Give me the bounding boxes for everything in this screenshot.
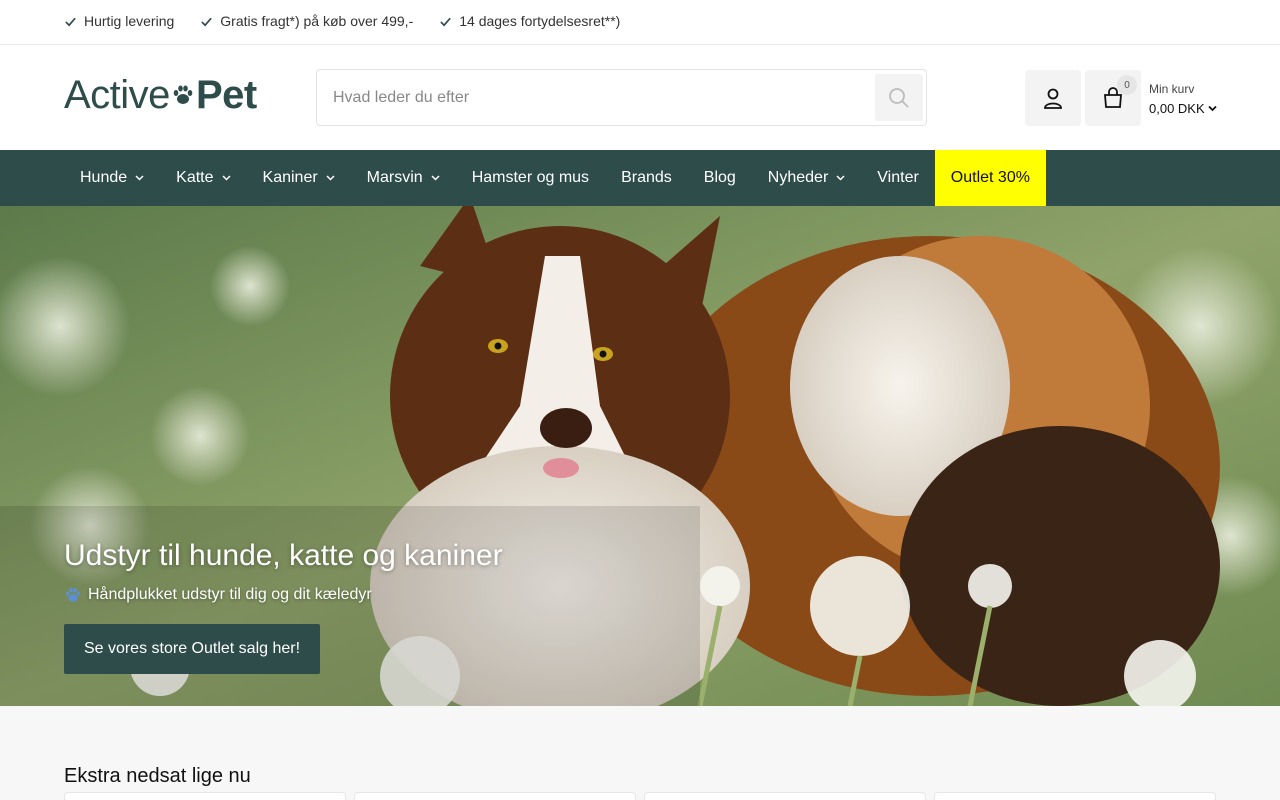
search-button[interactable]: [875, 74, 923, 121]
usp-item: 14 dages fortydelsesret**): [439, 13, 620, 29]
usp-item: Gratis fragt*) på køb over 499,-: [200, 13, 413, 29]
product-card-row: [64, 792, 1216, 800]
search-bar: [316, 69, 927, 126]
account-button[interactable]: [1025, 70, 1081, 126]
nav-item-label: Outlet 30%: [950, 169, 1030, 186]
paw-icon: [173, 85, 193, 104]
logo-text-active: Active: [64, 72, 170, 117]
logo-text-pet: Pet: [195, 72, 257, 117]
hero-banner: Udstyr til hunde, katte og kaniner Håndp…: [0, 206, 1280, 706]
nav-item-vinter[interactable]: Vinter: [861, 150, 935, 206]
site-header: Active Pet 0 Min kurv: [0, 45, 1280, 150]
chevron-down-icon: [135, 175, 144, 181]
section-title: Ekstra nedsat lige nu: [64, 765, 251, 787]
chevron-down-icon: [431, 175, 440, 181]
nav-item-marsvin[interactable]: Marsvin: [351, 150, 456, 206]
nav-item-label: Brands: [621, 169, 672, 186]
chevron-down-icon: [1208, 105, 1217, 112]
nav-item-label: Hunde: [80, 169, 128, 186]
cart-label: Min kurv: [1149, 82, 1195, 96]
search-icon: [889, 87, 909, 108]
usp-label: Gratis fragt*) på køb over 499,-: [220, 13, 414, 29]
product-card[interactable]: [934, 792, 1216, 800]
check-icon: [201, 17, 213, 26]
nav-list: Hunde Katte Kaniner Marsvin Hamster og m…: [64, 150, 1046, 206]
cart-summary[interactable]: Min kurv 0,00 DKK: [1149, 82, 1217, 116]
chevron-down-icon: [836, 175, 845, 181]
cart-total-value: 0,00 DKK: [1149, 101, 1205, 116]
usp-label: 14 dages fortydelsesret**): [459, 13, 621, 29]
product-card[interactable]: [64, 792, 346, 800]
nav-item-label: Marsvin: [366, 169, 423, 186]
user-icon: [1044, 88, 1062, 109]
nav-item-kaniner[interactable]: Kaniner: [247, 150, 351, 206]
site-logo[interactable]: Active Pet: [64, 72, 257, 117]
product-card[interactable]: [644, 792, 926, 800]
usp-item: Hurtig levering: [64, 13, 174, 29]
nav-item-outlet[interactable]: Outlet 30%: [934, 150, 1046, 206]
hero-subtitle-text: Håndplukket udstyr til dig og dit kæledy…: [88, 586, 372, 603]
chevron-down-icon: [326, 175, 335, 181]
nav-item-label: Blog: [703, 169, 736, 186]
nav-item-label: Katte: [176, 169, 214, 186]
hero-subtitle: Håndplukket udstyr til dig og dit kæledy…: [64, 586, 372, 604]
nav-item-label: Nyheder: [767, 169, 829, 186]
cart-count-badge: 0: [1117, 75, 1137, 95]
main-nav: Hunde Katte Kaniner Marsvin Hamster og m…: [0, 150, 1280, 206]
usp-bar: Hurtig levering Gratis fragt*) på køb ov…: [0, 0, 1280, 45]
usp-list: Hurtig levering Gratis fragt*) på køb ov…: [64, 13, 620, 29]
nav-item-hunde[interactable]: Hunde: [64, 150, 160, 206]
nav-item-nyheder[interactable]: Nyheder: [752, 150, 861, 206]
paw-icon: [66, 587, 80, 602]
nav-item-label: Hamster og mus: [471, 169, 590, 186]
product-card[interactable]: [354, 792, 636, 800]
check-icon: [440, 17, 452, 26]
outlet-cta-button[interactable]: Se vores store Outlet salg her!: [64, 624, 320, 674]
usp-label: Hurtig levering: [84, 13, 175, 29]
nav-item-label: Kaniner: [262, 169, 318, 186]
search-input[interactable]: [317, 70, 872, 125]
hero-title: Udstyr til hunde, katte og kaniner: [64, 539, 503, 572]
nav-item-label: Vinter: [877, 169, 919, 186]
nav-item-blog[interactable]: Blog: [688, 150, 752, 206]
check-icon: [65, 17, 76, 26]
chevron-down-icon: [221, 175, 231, 181]
nav-item-katte[interactable]: Katte: [160, 150, 246, 206]
nav-item-hamster-og-mus[interactable]: Hamster og mus: [456, 150, 605, 206]
cart-total: 0,00 DKK: [1149, 101, 1217, 116]
nav-item-brands[interactable]: Brands: [605, 150, 688, 206]
